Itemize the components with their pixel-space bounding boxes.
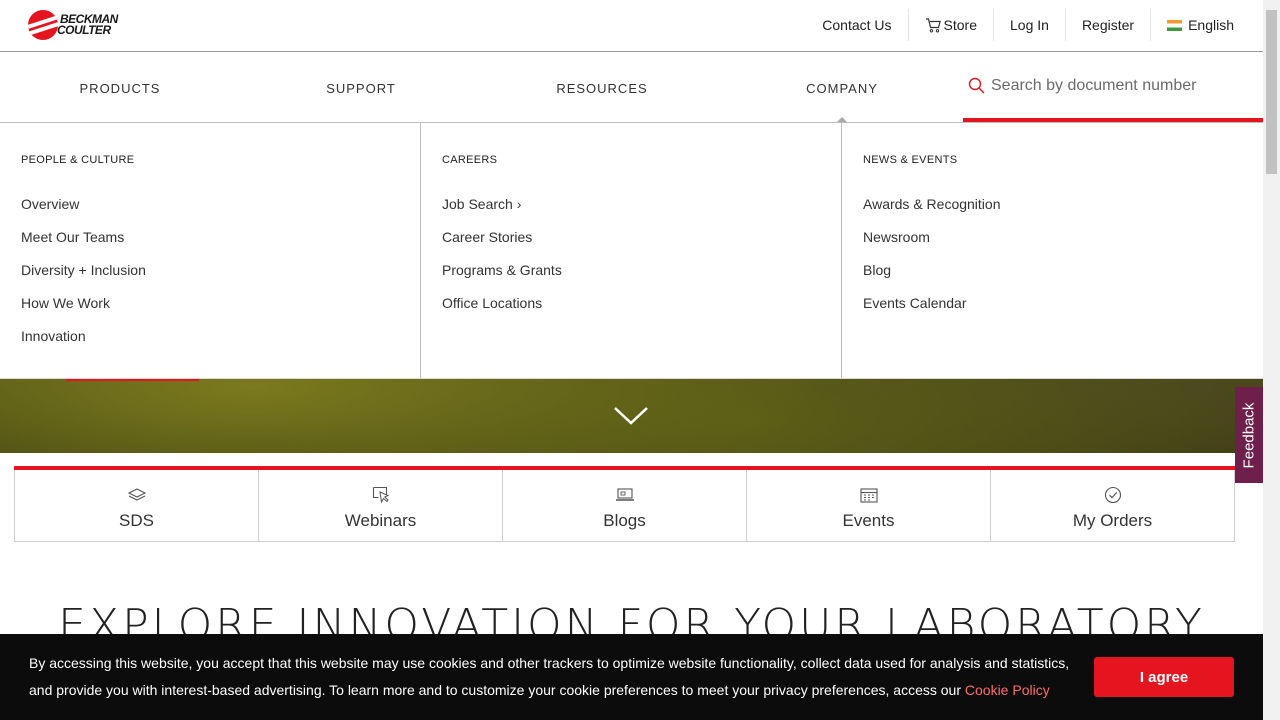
laptop-icon bbox=[615, 484, 635, 506]
cookie-message: By accessing this website, you accept th… bbox=[29, 655, 1070, 698]
menu-link-blog[interactable]: Blog bbox=[863, 262, 1263, 295]
menu-link-events-calendar[interactable]: Events Calendar bbox=[863, 295, 1263, 328]
menu-link-awards-recognition[interactable]: Awards & Recognition bbox=[863, 196, 1263, 229]
document-search bbox=[963, 53, 1263, 123]
india-flag-icon bbox=[1167, 19, 1183, 31]
quick-link-label: My Orders bbox=[1072, 511, 1153, 530]
contact-us-link[interactable]: Contact Us bbox=[806, 9, 909, 41]
scroll-down-chevron-icon[interactable] bbox=[612, 402, 650, 430]
calendar-icon bbox=[859, 484, 878, 506]
menu-link-office-locations[interactable]: Office Locations bbox=[442, 295, 841, 328]
menu-column-news-events: NEWS & EVENTS Awards & Recognition Newsr… bbox=[842, 123, 1263, 378]
store-label: Store bbox=[943, 17, 977, 33]
layers-icon bbox=[127, 484, 147, 506]
quick-link-blogs[interactable]: Blogs bbox=[502, 470, 746, 542]
nav-support[interactable]: SUPPORT bbox=[241, 53, 481, 123]
quick-links-bar: SDS Webinars Blogs Events My Orders bbox=[14, 466, 1235, 542]
menu-heading: NEWS & EVENTS bbox=[863, 154, 958, 166]
menu-link-job-search[interactable]: Job Search › bbox=[442, 196, 841, 229]
menu-column-careers: CAREERS Job Search › Career Stories Prog… bbox=[421, 123, 842, 378]
cookie-policy-link[interactable]: Cookie Policy bbox=[965, 682, 1050, 698]
company-mega-menu: PEOPLE & CULTURE Overview Meet Our Teams… bbox=[0, 122, 1263, 379]
quick-link-my-orders[interactable]: My Orders bbox=[990, 470, 1235, 542]
store-link[interactable]: Store bbox=[909, 9, 994, 41]
quick-link-label: SDS bbox=[119, 511, 154, 530]
nav-resources[interactable]: RESOURCES bbox=[482, 53, 722, 123]
quick-link-events[interactable]: Events bbox=[746, 470, 990, 542]
beckman-coulter-logo[interactable]: BECKMAN COULTER bbox=[28, 10, 118, 40]
cart-icon bbox=[925, 17, 942, 33]
menu-link-overview[interactable]: Overview bbox=[21, 196, 420, 229]
language-selector[interactable]: English bbox=[1151, 9, 1248, 41]
search-input[interactable] bbox=[991, 76, 1251, 95]
menu-link-diversity-inclusion[interactable]: Diversity + Inclusion bbox=[21, 262, 420, 295]
menu-link-innovation[interactable]: Innovation bbox=[21, 328, 420, 361]
menu-link-how-we-work[interactable]: How We Work bbox=[21, 295, 420, 328]
cookie-banner: By accessing this website, you accept th… bbox=[0, 634, 1263, 720]
menu-heading: PEOPLE & CULTURE bbox=[21, 154, 135, 166]
search-icon[interactable] bbox=[963, 77, 991, 95]
webinar-cursor-icon bbox=[372, 484, 390, 506]
menu-link-meet-our-teams[interactable]: Meet Our Teams bbox=[21, 229, 420, 262]
quick-link-label: Blogs bbox=[603, 511, 646, 530]
quick-link-sds[interactable]: SDS bbox=[14, 470, 258, 542]
menu-heading: CAREERS bbox=[442, 154, 498, 166]
menu-link-programs-grants[interactable]: Programs & Grants bbox=[442, 262, 841, 295]
nav-company[interactable]: COMPANY bbox=[722, 53, 962, 123]
check-circle-icon bbox=[1104, 484, 1122, 506]
feedback-label: Feedback bbox=[1240, 402, 1258, 468]
nav-products[interactable]: PRODUCTS bbox=[0, 53, 240, 123]
quick-link-label: Webinars bbox=[344, 511, 417, 530]
menu-link-career-stories[interactable]: Career Stories bbox=[442, 229, 841, 262]
menu-column-people-culture: PEOPLE & CULTURE Overview Meet Our Teams… bbox=[0, 123, 421, 378]
menu-link-newsroom[interactable]: Newsroom bbox=[863, 229, 1263, 262]
main-navigation: PRODUCTS SUPPORT RESOURCES COMPANY bbox=[0, 53, 1263, 123]
utility-links: Contact Us Store Log In Register English bbox=[806, 9, 1248, 41]
page-scrollbar[interactable] bbox=[1263, 0, 1280, 720]
language-label: English bbox=[1188, 17, 1234, 33]
register-link[interactable]: Register bbox=[1066, 9, 1152, 41]
i-agree-button[interactable]: I agree bbox=[1094, 657, 1234, 697]
cookie-text: By accessing this website, you accept th… bbox=[29, 650, 1089, 704]
logo-line-2: COULTER bbox=[57, 23, 111, 37]
log-in-link[interactable]: Log In bbox=[994, 9, 1066, 41]
quick-link-label: Events bbox=[842, 511, 895, 530]
logo-mark-icon bbox=[28, 10, 58, 40]
top-utility-bar: BECKMAN COULTER Contact Us Store Log In … bbox=[0, 0, 1263, 52]
scrollbar-thumb[interactable] bbox=[1266, 10, 1277, 174]
quick-link-webinars[interactable]: Webinars bbox=[258, 470, 502, 542]
feedback-tab[interactable]: Feedback bbox=[1235, 387, 1263, 483]
